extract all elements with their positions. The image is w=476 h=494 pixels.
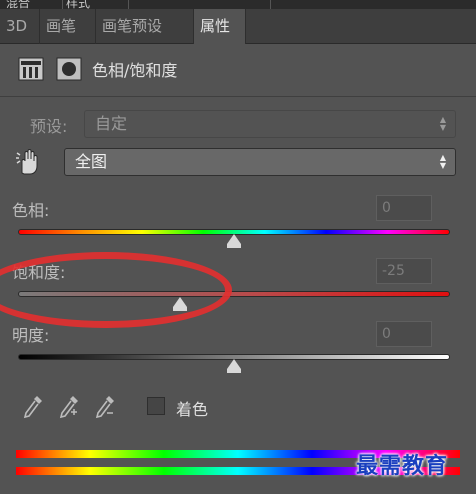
mask-icon[interactable] [56,57,82,81]
divider [62,0,63,9]
hue-label: 色相: [12,201,50,220]
tab-brush-presets[interactable]: 画笔预设 [96,9,194,44]
eyedropper-icon[interactable] [22,394,44,420]
adjustment-layer-icon[interactable] [18,57,44,81]
watermark-text: 最需教育 [356,454,449,479]
divider [270,0,271,9]
hue-slider-thumb[interactable] [227,234,241,248]
preset-value: 自定 [95,114,128,133]
lightness-label: 明度: [12,326,50,345]
colorize-checkbox[interactable] [147,397,165,415]
properties-header: 色相/饱和度 [0,44,476,97]
saturation-value-field[interactable]: -25 [376,258,432,284]
preset-select[interactable]: 自定 ▲ ▼ [84,110,456,138]
panel-title: 色相/饱和度 [92,61,178,80]
eyedropper-subtract-icon[interactable] [94,394,116,420]
tab-3d[interactable]: 3D [0,9,40,44]
hue-value-field[interactable]: 0 [376,195,432,221]
lightness-slider-thumb[interactable] [227,359,241,373]
panel-tab-bar: 3D 画笔 画笔预设 属性 [0,9,476,44]
tab-properties[interactable]: 属性 [194,9,246,44]
channel-select[interactable]: 全图 ▲ ▼ [64,148,456,176]
targeted-adjustment-hand-icon[interactable] [15,147,45,177]
preset-label: 预设: [30,117,68,136]
divider [128,0,129,9]
channel-value: 全图 [75,152,108,171]
colorize-label: 着色 [176,400,209,419]
chevron-updown-icon: ▲ ▼ [439,153,447,170]
chevron-updown-icon: ▲ ▼ [439,115,447,132]
tab-brush[interactable]: 画笔 [40,9,96,44]
upper-panel-strip: 混合 样式 [0,0,476,10]
lightness-value-field[interactable]: 0 [376,321,432,347]
eyedropper-add-icon[interactable] [58,394,80,420]
